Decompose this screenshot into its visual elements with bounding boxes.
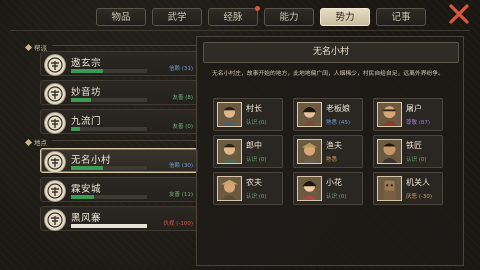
relation-bar	[71, 166, 147, 170]
emblem-icon	[44, 112, 66, 134]
divider	[52, 140, 200, 141]
npc-portrait-icon	[297, 102, 322, 127]
relation-text: 友善 (8)	[172, 95, 193, 101]
list-item-faction[interactable]: 妙音坊 友善 (8)	[40, 80, 198, 105]
relation-bar	[71, 98, 147, 102]
npc-card[interactable]: 铁匠 认识 (0)	[373, 135, 443, 168]
place-detail-panel: 无名小村 无名小村庄，故事开始的地方，此地地偏广阔，人烟稀少，村民自给自足，远离…	[196, 36, 464, 266]
place-description: 无名小村庄，故事开始的地方，此地地偏广阔，人烟稀少，村民自给自足，远离外界纷争。	[212, 71, 444, 77]
faction-name: 妙音坊	[71, 87, 102, 98]
npc-relation: 熟悉 (45)	[326, 120, 351, 126]
npc-relation: 厌恶 (-30)	[406, 194, 433, 200]
relation-bar	[71, 224, 147, 228]
npc-card[interactable]: 小花 认识 (0)	[293, 172, 363, 205]
relation-text: 信赖 (30)	[168, 163, 193, 169]
npc-relation: 认识 (0)	[326, 194, 347, 200]
notification-dot	[255, 6, 260, 11]
relation-text: 友善 (0)	[172, 124, 193, 130]
diamond-icon	[24, 138, 33, 146]
divider	[52, 45, 200, 46]
section-places-label: 地点	[24, 137, 47, 147]
emblem-icon	[44, 54, 66, 76]
npc-name: 渔夫	[326, 141, 342, 150]
npc-relation: 认识 (0)	[246, 157, 267, 163]
relation-bar	[71, 69, 147, 73]
place-title: 无名小村	[203, 42, 459, 63]
npc-relation: 认识 (0)	[406, 157, 427, 163]
emblem-icon	[44, 151, 66, 173]
list-item-place[interactable]: 霖安城 友善 (11)	[40, 177, 198, 202]
npc-name: 农夫	[246, 178, 262, 187]
npc-card[interactable]: 机关人 厌恶 (-30)	[373, 172, 443, 205]
emblem-icon	[44, 83, 66, 105]
close-icon[interactable]	[448, 3, 470, 25]
tab-abilities[interactable]: 能力	[264, 8, 314, 26]
tab-meridians[interactable]: 经脉	[208, 6, 260, 26]
list-item-faction[interactable]: 九流门 友善 (0)	[40, 109, 198, 134]
diamond-icon	[24, 43, 33, 51]
tab-factions[interactable]: 势力	[320, 8, 370, 26]
npc-portrait-icon	[297, 139, 322, 164]
npc-portrait-icon	[297, 176, 322, 201]
npc-card[interactable]: 老板娘 熟悉 (45)	[293, 98, 363, 131]
npc-relation: 认识 (0)	[246, 194, 267, 200]
list-item-faction[interactable]: 遨玄宗 信赖 (31)	[40, 51, 198, 76]
place-name: 无名小村	[71, 155, 112, 166]
npc-relation: 尊敬 (87)	[406, 120, 431, 126]
npc-portrait-icon	[377, 176, 402, 201]
tab-journal[interactable]: 记事	[376, 8, 426, 26]
relation-bar	[71, 127, 147, 131]
npc-name: 小花	[326, 178, 342, 187]
npc-relation: 认识 (0)	[246, 120, 267, 126]
npc-card[interactable]: 屠户 尊敬 (87)	[373, 98, 443, 131]
emblem-icon	[44, 180, 66, 202]
npc-portrait-icon	[217, 102, 242, 127]
relation-bar	[71, 195, 147, 199]
npc-name: 机关人	[406, 178, 430, 187]
relation-text: 仇视 (-100)	[163, 221, 193, 227]
npc-name: 屠户	[406, 104, 422, 113]
npc-name: 铁匠	[406, 141, 422, 150]
list-item-place[interactable]: 无名小村 信赖 (30)	[40, 148, 198, 173]
npc-card[interactable]: 渔夫 熟悉	[293, 135, 363, 168]
place-name: 霖安城	[71, 184, 102, 195]
npc-card[interactable]: 农夫 认识 (0)	[213, 172, 283, 205]
list-item-place[interactable]: 黑风寨 仇视 (-100)	[40, 206, 198, 231]
npc-card[interactable]: 郎中 认识 (0)	[213, 135, 283, 168]
place-name: 黑风寨	[71, 213, 102, 224]
relation-text: 友善 (11)	[168, 192, 193, 198]
npc-relation: 熟悉	[326, 157, 338, 163]
emblem-icon	[44, 209, 66, 231]
npc-portrait-icon	[217, 176, 242, 201]
relation-text: 信赖 (31)	[168, 66, 193, 72]
npc-portrait-icon	[217, 139, 242, 164]
npc-name: 老板娘	[326, 104, 350, 113]
faction-name: 九流门	[71, 116, 102, 127]
faction-list: 帮派 遨玄宗 信赖 (31) 妙音坊 友善 (8) 九流门 友善 (0) 地点 …	[24, 0, 200, 231]
npc-portrait-icon	[377, 139, 402, 164]
npc-name: 郎中	[246, 141, 262, 150]
npc-portrait-icon	[377, 102, 402, 127]
npc-card[interactable]: 村长 认识 (0)	[213, 98, 283, 131]
faction-name: 遨玄宗	[71, 58, 102, 69]
npc-name: 村长	[246, 104, 262, 113]
